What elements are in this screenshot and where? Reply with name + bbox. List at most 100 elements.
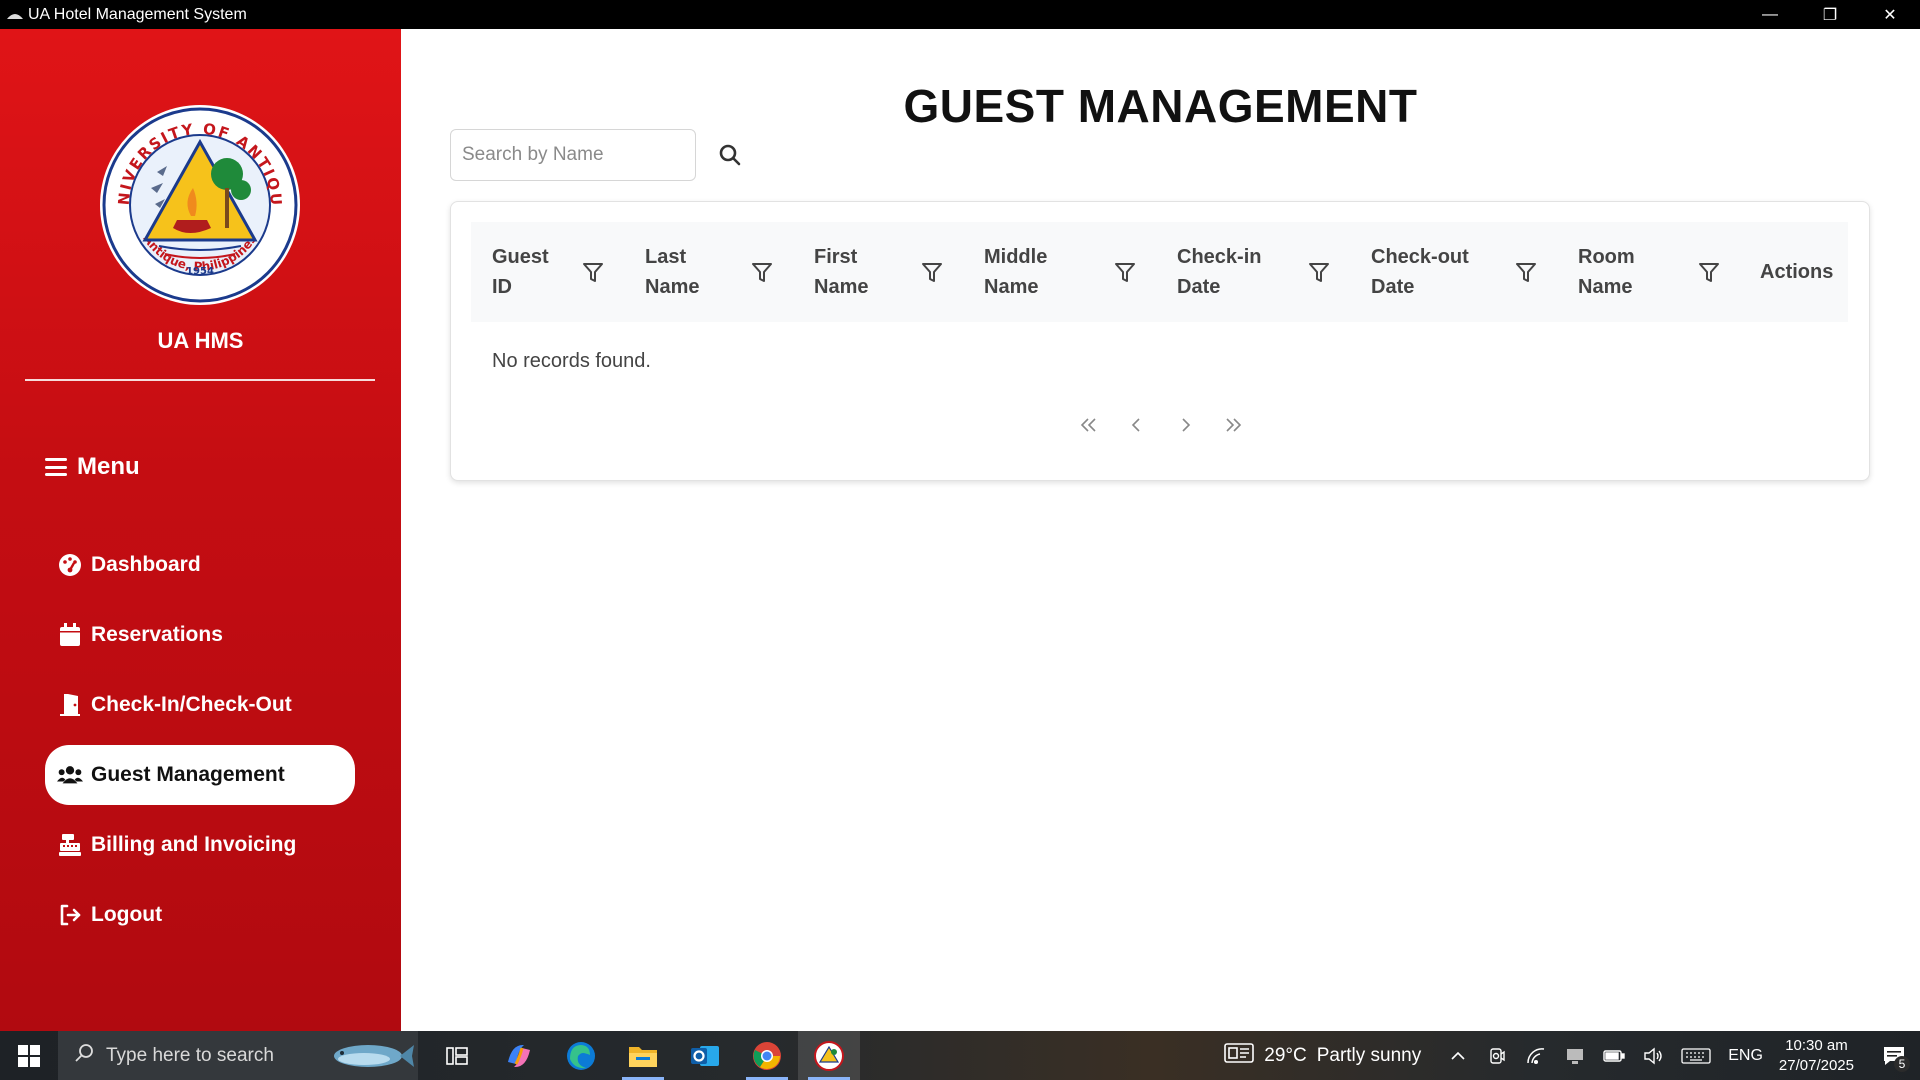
column-check-out-date: Check-out Date [1351,222,1558,322]
filter-icon[interactable] [1307,260,1331,284]
start-button[interactable] [0,1031,58,1080]
edge-icon[interactable] [550,1031,612,1080]
column-label: Name [814,276,869,298]
column-actions: Actions [1741,222,1848,322]
file-explorer-icon[interactable] [612,1031,674,1080]
chevron-left-icon [1131,418,1140,432]
column-label: Name [984,276,1039,298]
column-label: Last [645,246,687,268]
sidebar-nav: Dashboard Reservations Check-In/Check-Ou… [45,535,355,955]
column-label: First [814,246,858,268]
next-page-button[interactable] [1172,412,1198,438]
window-title: UA Hotel Management System [28,5,247,23]
windows-icon [18,1044,40,1067]
clock[interactable]: 10:30 am 27/07/2025 [1779,1036,1854,1076]
close-button[interactable]: ✕ [1860,0,1920,29]
sidebar-item-logout[interactable]: Logout [45,885,355,945]
language-indicator[interactable]: ENG [1728,1047,1763,1065]
filter-icon[interactable] [1113,260,1137,284]
column-room-name: Room Name [1558,222,1741,322]
keyboard-icon[interactable] [1681,1045,1711,1067]
minimize-button[interactable]: — [1740,0,1800,29]
menu-heading: Menu [45,453,140,481]
weather-widget[interactable]: 29°C Partly sunny [1224,1042,1421,1070]
users-icon [57,762,83,788]
last-page-button[interactable] [1220,412,1246,438]
guest-table-card: Guest ID Last Name First Name Middle Name Ch… [450,201,1870,481]
column-first-name: First Name [794,222,964,322]
sidebar-item-reservations[interactable]: Reservations [45,605,355,665]
prev-page-button[interactable] [1124,412,1150,438]
menu-heading-label: Menu [77,453,140,480]
hamburger-icon [45,458,67,476]
sidebar: UNIVERSITY OF ANTIQUE Antique, Philippin… [0,29,401,1031]
sidebar-divider [25,379,375,381]
column-label: Room [1578,246,1635,268]
column-label: Guest [492,246,549,268]
app-icon [6,9,24,21]
notification-center-button[interactable]: 5 [1874,1036,1914,1076]
weather-condition: Partly sunny [1316,1044,1422,1066]
system-tray-area: 29°C Partly sunny ENG 10:30 am 27/07/202… [1224,1031,1920,1080]
double-chevron-left-icon [1080,418,1096,432]
sidebar-item-dashboard[interactable]: Dashboard [45,535,355,595]
main-content: GUEST MANAGEMENT Guest ID Last Name First N… [401,29,1920,1031]
camera-icon[interactable] [1486,1045,1508,1067]
weather-icon [1224,1042,1255,1070]
column-label: Name [645,276,700,298]
university-logo: UNIVERSITY OF ANTIQUE Antique, Philippin… [92,90,301,306]
chevron-up-icon[interactable] [1447,1045,1469,1067]
window-titlebar: UA Hotel Management System — ❐ ✕ [0,0,1920,29]
column-label: Check-in [1177,246,1262,268]
search-input[interactable] [450,129,696,181]
taskbar-apps [426,1031,860,1080]
filter-icon[interactable] [750,260,774,284]
brand-name: UA HMS [157,328,244,353]
door-icon [57,692,83,718]
filter-icon[interactable] [1514,260,1538,284]
sidebar-item-label: Logout [91,903,163,926]
battery-icon[interactable] [1603,1045,1625,1067]
cash-register-icon [57,832,83,858]
sidebar-item-label: Guest Management [91,763,285,786]
column-label: Name [1578,276,1633,298]
task-view-icon[interactable] [426,1031,488,1080]
clock-time: 10:30 am [1785,1036,1848,1054]
search-button[interactable] [710,135,750,175]
column-guest-id: Guest ID [471,222,625,322]
clock-date: 27/07/2025 [1778,1056,1854,1074]
calendar-icon [57,622,83,648]
filter-icon[interactable] [920,260,944,284]
maximize-button[interactable]: ❐ [1800,0,1860,29]
taskbar-search-placeholder: Type here to search [106,1044,274,1066]
page-title: GUEST MANAGEMENT [903,80,1418,132]
first-page-button[interactable] [1076,412,1102,438]
logout-icon [57,902,83,928]
display-icon[interactable] [1564,1045,1586,1067]
outlook-icon[interactable] [674,1031,736,1080]
column-label: Date [1177,276,1221,298]
table-header: Guest ID Last Name First Name Middle Name Ch… [471,222,1848,322]
search-highlight-image [324,1039,414,1073]
double-chevron-right-icon [1226,418,1242,432]
filter-icon[interactable] [581,260,605,284]
sidebar-item-billing-and-invoicing[interactable]: Billing and Invoicing [45,815,355,875]
weather-temp: 29°C [1264,1044,1307,1066]
sidebar-item-label: Dashboard [91,553,201,576]
logo-year: 1954 [186,266,214,277]
empty-message: No records found. [492,350,651,372]
column-last-name: Last Name [625,222,794,322]
column-middle-name: Middle Name [964,222,1157,322]
column-label: Actions [1760,261,1834,283]
taskbar-search[interactable]: Type here to search [58,1031,418,1080]
notification-count: 5 [1894,1055,1910,1072]
dashboard-icon [57,552,83,578]
filter-icon[interactable] [1697,260,1721,284]
wifi-icon[interactable] [1525,1045,1547,1067]
volume-icon[interactable] [1642,1045,1664,1067]
copilot-icon[interactable] [488,1031,550,1080]
sidebar-item-check-in-check-out[interactable]: Check-In/Check-Out [45,675,355,735]
ua-hms-app-icon[interactable] [798,1031,860,1080]
sidebar-item-guest-management[interactable]: Guest Management [45,745,355,805]
chrome-icon[interactable] [736,1031,798,1080]
